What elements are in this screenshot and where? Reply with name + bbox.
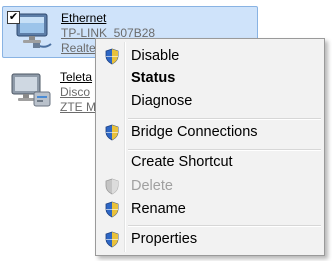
menu-item-delete: Delete <box>98 175 322 197</box>
adapter-name: Teleta <box>60 70 93 84</box>
menu-separator <box>128 118 321 120</box>
menu-item-label: Bridge Connections <box>131 124 258 140</box>
menu-item-label: Rename <box>131 201 186 217</box>
adapter-network: Disco <box>60 85 91 99</box>
menu-item-label: Create Shortcut <box>131 154 233 170</box>
menu-item-label: Disable <box>131 48 180 64</box>
menu-item-label: Status <box>131 70 176 86</box>
menu-item-label: Properties <box>131 231 198 247</box>
menu-item-label: Delete <box>131 178 173 194</box>
uac-shield-icon <box>104 231 120 248</box>
menu-item-create-shortcut[interactable]: Create Shortcut <box>98 151 322 173</box>
uac-shield-icon <box>104 178 120 195</box>
modem-adapter-icon <box>6 70 56 114</box>
adapter-name: Ethernet <box>61 11 107 25</box>
menu-item-status[interactable]: Status <box>98 67 322 89</box>
uac-shield-icon <box>104 48 120 65</box>
network-adapter-icon: ✔ <box>7 11 57 55</box>
adapter-device: ZTE M <box>60 100 96 114</box>
menu-item-bridge-connections[interactable]: Bridge Connections <box>98 121 322 143</box>
network-connections-window: ✔ Ethernet TP-LINK_507B28 Realtek Teleta… <box>0 0 332 261</box>
menu-item-diagnose[interactable]: Diagnose <box>98 90 322 112</box>
menu-item-label: Diagnose <box>131 93 193 109</box>
menu-item-rename[interactable]: Rename <box>98 198 322 220</box>
menu-item-disable[interactable]: Disable <box>98 45 322 67</box>
uac-shield-icon <box>104 124 120 141</box>
selection-checkbox[interactable]: ✔ <box>7 11 20 24</box>
context-menu: Disable Status Diagnose Bridge Connectio… <box>95 38 325 256</box>
uac-shield-icon <box>104 201 120 218</box>
menu-separator <box>128 225 321 227</box>
menu-item-properties[interactable]: Properties <box>98 228 322 250</box>
